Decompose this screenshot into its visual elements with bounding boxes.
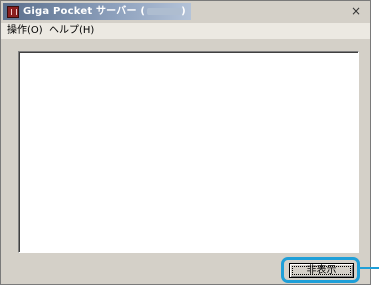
title-bar[interactable]: Giga Pocket サーバー () × <box>1 1 370 22</box>
menu-bar: 操作(O) ヘルプ(H) <box>1 23 370 39</box>
close-icon: × <box>350 4 362 18</box>
title-redacted-area <box>147 8 181 15</box>
callout-leader-line <box>360 267 379 269</box>
title-bar-active-area: Giga Pocket サーバー () <box>3 3 191 20</box>
window-title-suffix: ) <box>181 6 186 17</box>
menu-operation[interactable]: 操作(O) <box>5 24 45 38</box>
giga-pocket-server-window: Giga Pocket サーバー () × 操作(O) ヘルプ(H) 非表示 <box>0 0 371 285</box>
callout-highlight-ring <box>281 257 360 283</box>
log-display-area[interactable] <box>18 51 359 253</box>
app-icon[interactable] <box>7 6 19 18</box>
close-button[interactable]: × <box>349 4 363 18</box>
window-title-text: Giga Pocket サーバー ( <box>23 6 146 17</box>
menu-help[interactable]: ヘルプ(H) <box>47 24 96 38</box>
